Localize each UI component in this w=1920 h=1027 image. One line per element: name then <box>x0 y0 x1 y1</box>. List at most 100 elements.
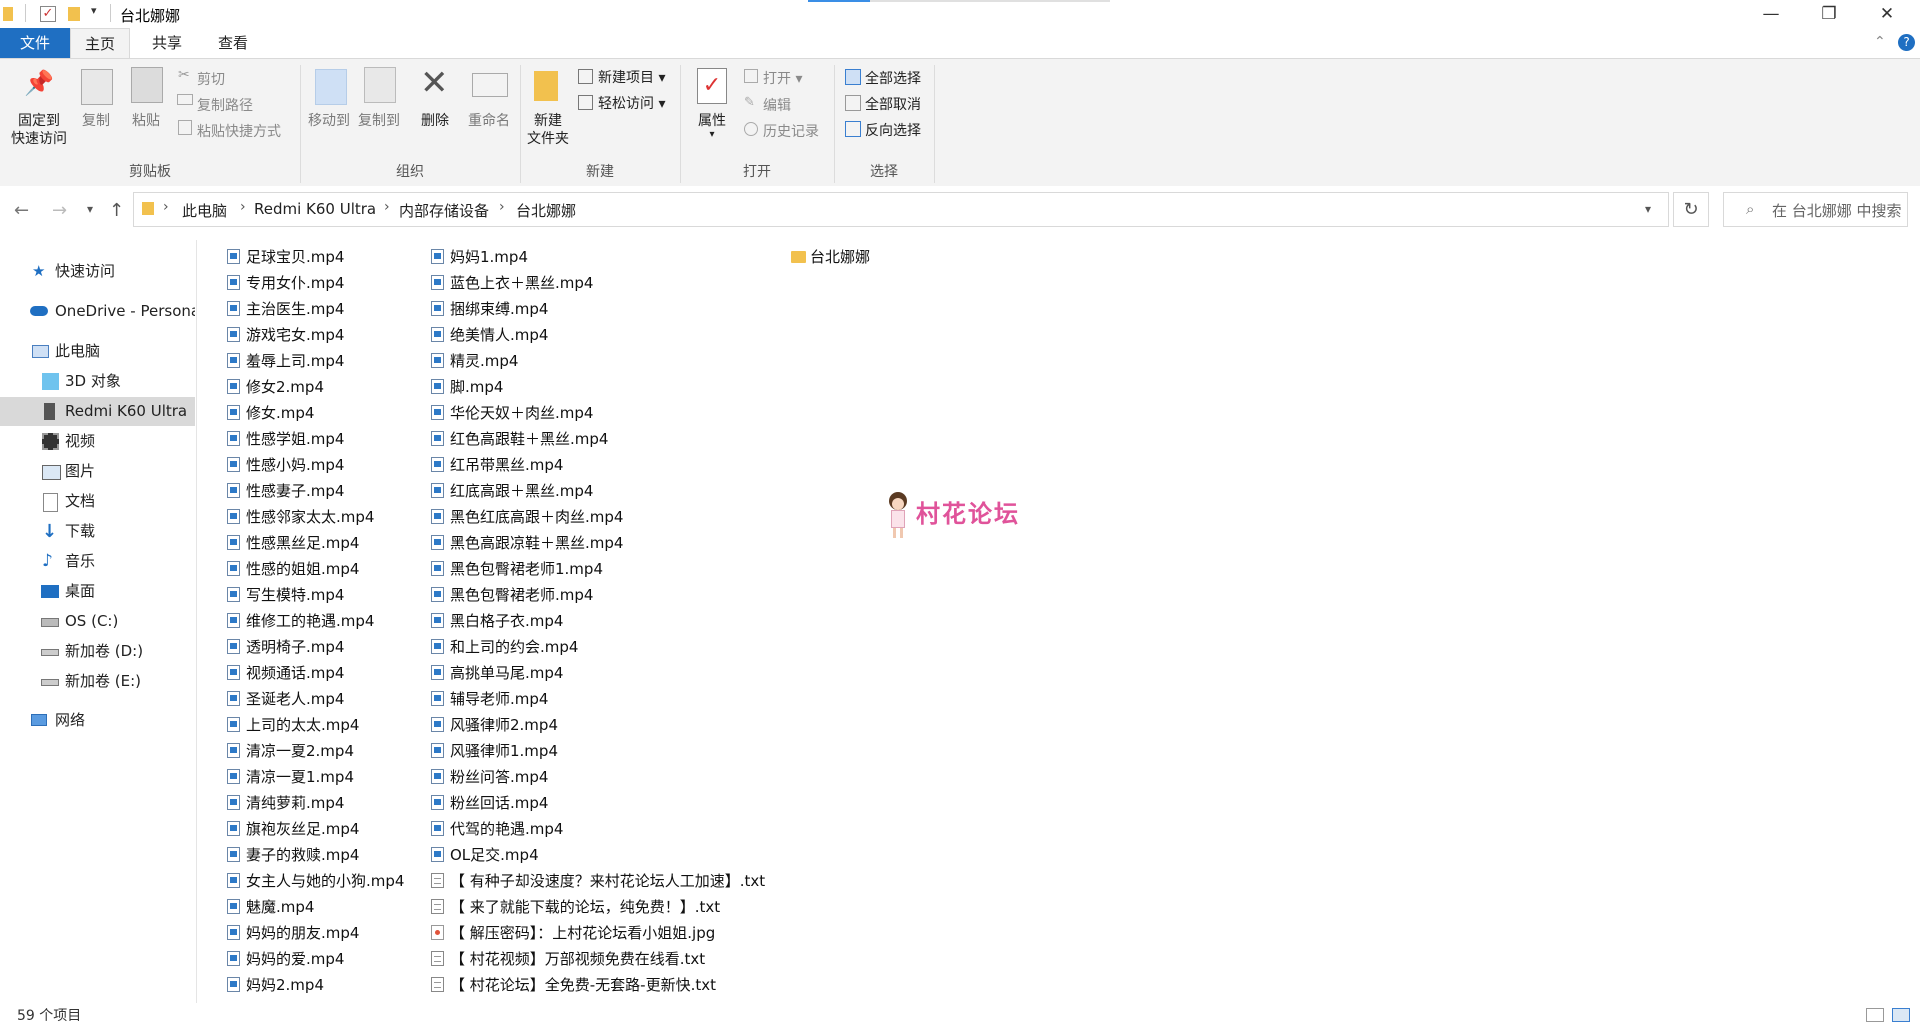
file-name: 圣诞老人.mp4 <box>246 690 345 708</box>
video-file-icon <box>227 587 240 602</box>
breadcrumb-current-folder[interactable]: 台北娜娜 <box>516 200 576 221</box>
copy-path-button[interactable]: 复制路径 <box>197 95 253 115</box>
breadcrumb-this-pc[interactable]: 此电脑 <box>182 200 227 221</box>
file-name: 红色高跟鞋＋黑丝.mp4 <box>450 430 609 448</box>
file-name: 妈妈的朋友.mp4 <box>246 924 360 942</box>
address-dropdown-icon[interactable]: ▾ <box>1645 202 1651 216</box>
close-button[interactable]: ✕ <box>1858 0 1916 28</box>
sidebar-item-3d-objects[interactable]: 3D 对象 <box>0 367 195 396</box>
file-name: 风骚律师1.mp4 <box>450 742 558 760</box>
select-all-button[interactable]: 全部选择 <box>865 68 921 88</box>
video-file-icon <box>431 613 444 628</box>
video-file-icon <box>431 405 444 420</box>
easy-access-button[interactable]: 轻松访问 ▾ <box>598 93 665 113</box>
history-button[interactable]: 历史记录 <box>763 121 819 141</box>
help-icon[interactable]: ? <box>1898 34 1915 51</box>
chevron-right-icon: › <box>240 199 246 215</box>
pin-label-1: 固定到 <box>18 113 60 129</box>
video-file-icon <box>431 717 444 732</box>
file-name: 性感邻家太太.mp4 <box>246 508 375 526</box>
sidebar-item-onedrive[interactable]: OneDrive - Persona <box>0 297 195 326</box>
properties-button[interactable]: 属性 ▾ <box>690 112 734 140</box>
tab-share[interactable]: 共享 <box>138 28 196 58</box>
customize-quick-access-icon[interactable]: ▾ <box>91 4 97 17</box>
new-folder-icon <box>534 71 558 101</box>
download-icon: ↓ <box>42 521 58 542</box>
up-button[interactable]: ↑ <box>109 200 124 221</box>
refresh-button[interactable]: ↻ <box>1673 192 1709 227</box>
file-name: 清凉一夏1.mp4 <box>246 768 354 786</box>
open-button[interactable]: 打开 ▾ <box>763 68 802 88</box>
video-file-icon <box>227 353 240 368</box>
cut-button[interactable]: 剪切 <box>197 69 225 89</box>
file-name: 维修工的艳遇.mp4 <box>246 612 375 630</box>
video-file-icon <box>227 405 240 420</box>
copy-to-button[interactable]: 复制到 <box>354 112 404 130</box>
file-name: 蓝色上衣＋黑丝.mp4 <box>450 274 594 292</box>
new-folder-button[interactable]: 新建 文件夹 <box>521 112 575 148</box>
minimize-button[interactable]: — <box>1742 0 1800 28</box>
tab-home[interactable]: 主页 <box>70 28 131 59</box>
invert-selection-button[interactable]: 反向选择 <box>865 120 921 140</box>
chevron-right-icon: › <box>384 199 390 215</box>
large-icons-view-icon[interactable] <box>1892 1008 1910 1022</box>
sidebar-item-downloads[interactable]: ↓ 下载 <box>0 517 195 546</box>
new-folder-icon[interactable] <box>68 7 80 21</box>
video-file-icon <box>227 847 240 862</box>
pin-to-quick-access-button[interactable]: 固定到 快速访问 <box>4 112 74 148</box>
sidebar-item-this-pc[interactable]: 此电脑 <box>0 337 195 366</box>
sidebar-item-desktop[interactable]: 桌面 <box>0 577 195 606</box>
pin-label-2: 快速访问 <box>11 131 67 147</box>
paste-button[interactable]: 粘贴 <box>126 112 166 130</box>
properties-label: 属性 <box>698 113 726 129</box>
forward-button[interactable]: → <box>52 200 67 221</box>
search-input[interactable]: ⌕ 在 台北娜娜 中搜索 <box>1723 192 1908 227</box>
sidebar-item-drive-e[interactable]: 新加卷 (E:) <box>0 667 195 696</box>
group-open-label: 打开 <box>743 164 771 180</box>
file-name: 粉丝问答.mp4 <box>450 768 549 786</box>
select-none-button[interactable]: 全部取消 <box>865 94 921 114</box>
video-file-icon <box>431 249 444 264</box>
video-file-icon <box>227 613 240 628</box>
pane-divider[interactable] <box>196 240 197 1003</box>
back-button[interactable]: ← <box>14 200 29 221</box>
breadcrumb-device[interactable]: Redmi K60 Ultra <box>254 200 376 218</box>
sidebar-item-drive-d[interactable]: 新加卷 (D:) <box>0 637 195 666</box>
copy-path-icon <box>177 94 193 105</box>
music-icon: ♪ <box>42 551 53 571</box>
sidebar-item-pictures[interactable]: 图片 <box>0 457 195 486</box>
sidebar-item-label: 下载 <box>65 522 96 540</box>
details-view-icon[interactable] <box>1866 1008 1884 1022</box>
copy-button[interactable]: 复制 <box>76 112 116 130</box>
picture-icon <box>42 465 61 480</box>
sidebar-item-documents[interactable]: 文档 <box>0 487 195 516</box>
tab-view[interactable]: 查看 <box>204 28 262 58</box>
star-icon: ★ <box>32 262 46 280</box>
video-file-icon <box>227 977 240 992</box>
tab-file[interactable]: 文件 <box>0 28 70 58</box>
sidebar-item-redmi[interactable]: Redmi K60 Ultra <box>0 397 195 426</box>
title-bar <box>0 0 1920 28</box>
sidebar-item-network[interactable]: 网络 <box>0 706 195 735</box>
sidebar-item-quick-access[interactable]: ★ 快速访问 <box>0 257 195 286</box>
collapse-ribbon-icon[interactable]: ⌃ <box>1874 34 1886 50</box>
video-file-icon <box>227 639 240 654</box>
recent-locations-icon[interactable]: ▾ <box>87 202 93 216</box>
paste-shortcut-button[interactable]: 粘贴快捷方式 <box>197 121 281 141</box>
restore-button[interactable]: ❐ <box>1800 0 1858 28</box>
file-name: 脚.mp4 <box>450 378 504 396</box>
sidebar-item-drive-c[interactable]: OS (C:) <box>0 607 195 636</box>
edit-button[interactable]: 编辑 <box>763 95 791 115</box>
rename-icon <box>472 73 508 97</box>
properties-icon[interactable]: ✓ <box>40 6 56 22</box>
sidebar-item-videos[interactable]: 视频 <box>0 427 195 456</box>
breadcrumb-internal-storage[interactable]: 内部存储设备 <box>399 200 489 221</box>
text-file-icon <box>431 899 444 914</box>
file-name: 性感学姐.mp4 <box>246 430 345 448</box>
rename-button[interactable]: 重命名 <box>462 112 516 130</box>
move-to-button[interactable]: 移动到 <box>304 112 354 130</box>
delete-button[interactable]: 删除 <box>414 112 456 130</box>
file-name: 【 有种子却没速度？来村花论坛人工加速】.txt <box>450 872 766 890</box>
new-item-button[interactable]: 新建项目 ▾ <box>598 67 665 87</box>
sidebar-item-music[interactable]: ♪ 音乐 <box>0 547 195 576</box>
